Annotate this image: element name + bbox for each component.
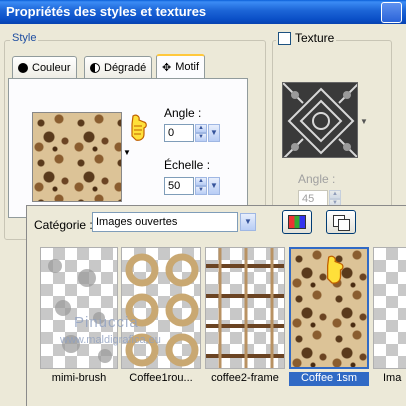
pattern-thumbnail-selected[interactable]: [289, 247, 369, 369]
copy-pattern-button[interactable]: [326, 210, 356, 234]
hand-pointer-icon: [126, 114, 148, 142]
category-label: Catégorie :: [34, 218, 93, 232]
category-select[interactable]: Images ouvertes: [92, 212, 238, 232]
texture-legend: Texture: [276, 31, 337, 45]
filled-circle-icon: [18, 62, 28, 73]
thumbnail-label-selected: Coffee 1sm: [289, 372, 369, 386]
scale-spinner[interactable]: ▲ ▼: [195, 177, 207, 195]
tab-label: Couleur: [32, 61, 71, 74]
texture-checkbox[interactable]: [278, 31, 291, 45]
close-button[interactable]: [381, 2, 402, 23]
scale-input[interactable]: 50: [164, 177, 194, 195]
pattern-thumbnail[interactable]: [205, 247, 285, 369]
angle-input[interactable]: 0: [164, 124, 194, 142]
window-title: Propriétés des styles et textures: [6, 4, 207, 19]
angle-dropdown[interactable]: ▼: [208, 124, 220, 142]
pattern-options-icon: [288, 215, 306, 229]
copy-icon: [333, 215, 350, 231]
texture-angle-label: Angle :: [298, 172, 336, 186]
angle-spinner[interactable]: ▲ ▼: [195, 124, 207, 142]
half-circle-icon: [90, 62, 100, 73]
tab-label: Motif: [175, 61, 200, 73]
style-group-legend: Style: [10, 32, 39, 44]
texture-dropdown-arrow[interactable]: ▼: [360, 117, 368, 126]
scale-label: Échelle :: [164, 158, 211, 172]
texture-label: Texture: [295, 31, 335, 45]
watermark-url: www.maldigrafica.eu: [60, 334, 161, 346]
thumbnail-label: mimi-brush: [51, 372, 107, 384]
pattern-thumbnail[interactable]: [373, 247, 406, 369]
tab-couleur[interactable]: Couleur: [12, 56, 77, 78]
scale-dropdown[interactable]: ▼: [208, 177, 220, 195]
tab-degrade[interactable]: Dégradé: [84, 56, 153, 78]
tab-label: Dégradé: [104, 61, 147, 74]
pattern-preview[interactable]: [32, 112, 122, 202]
thumbnail-label: Coffee1rou...: [129, 372, 193, 384]
angle-label: Angle :: [164, 106, 202, 120]
texture-preview[interactable]: [282, 82, 358, 158]
watermark-text: Pinuccia: [74, 314, 139, 331]
thumbnail-label: coffee2-frame: [211, 372, 279, 384]
pattern-dropdown-arrow[interactable]: ▼: [123, 148, 131, 157]
pattern-icon: ✥: [162, 61, 172, 74]
category-dropdown-button[interactable]: ▼: [240, 213, 256, 231]
tab-motif[interactable]: ✥ Motif: [156, 54, 206, 78]
pattern-thumbnail[interactable]: [121, 247, 201, 369]
pattern-thumbnail[interactable]: [40, 247, 118, 369]
pattern-options-button[interactable]: [282, 210, 312, 234]
thumbnail-label: Ima: [383, 372, 402, 384]
